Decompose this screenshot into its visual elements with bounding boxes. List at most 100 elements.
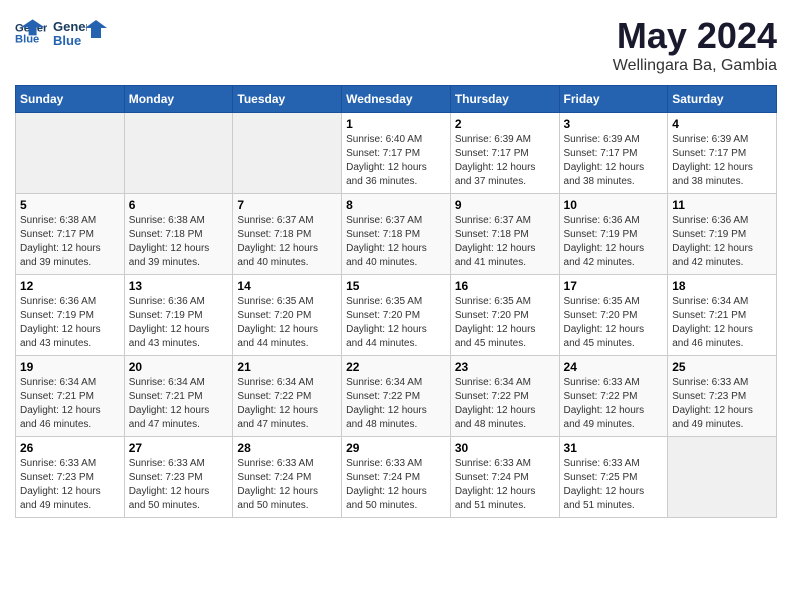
calendar-cell: 6Sunrise: 6:38 AM Sunset: 7:18 PM Daylig… (124, 194, 233, 275)
header-wednesday: Wednesday (342, 86, 451, 113)
day-number: 6 (129, 198, 229, 212)
day-info: Sunrise: 6:40 AM Sunset: 7:17 PM Dayligh… (346, 133, 446, 189)
general-blue-logo-graphic: General Blue (51, 15, 87, 51)
day-number: 25 (672, 360, 772, 374)
calendar-cell: 11Sunrise: 6:36 AM Sunset: 7:19 PM Dayli… (668, 194, 777, 275)
day-number: 9 (455, 198, 555, 212)
calendar-cell: 3 Sunrise: 6:39 AM Sunset: 7:17 PM Daylig… (559, 113, 668, 194)
day-number: 21 (237, 360, 337, 374)
calendar-cell: 24Sunrise: 6:33 AM Sunset: 7:22 PM Dayli… (559, 356, 668, 437)
calendar-cell: 18Sunrise: 6:34 AM Sunset: 7:21 PM Dayli… (668, 275, 777, 356)
calendar-title: May 2024 (613, 15, 777, 57)
calendar-cell (233, 113, 342, 194)
day-number: 26 (20, 441, 120, 455)
day-info: Sunrise: 6:33 AM Sunset: 7:23 PM Dayligh… (20, 457, 120, 513)
header-monday: Monday (124, 86, 233, 113)
calendar-cell: 14 Sunrise: 6:35 AM Sunset: 7:20 PM Dayli… (233, 275, 342, 356)
day-number: 30 (455, 441, 555, 455)
day-info: Sunrise: 6:36 AM Sunset: 7:19 PM Dayligh… (564, 214, 664, 270)
day-info: Sunrise: 6:33 AM Sunset: 7:24 PM Dayligh… (237, 457, 337, 513)
calendar-cell (124, 113, 233, 194)
calendar-cell: 12Sunrise: 6:36 AM Sunset: 7:19 PM Dayli… (16, 275, 125, 356)
day-number: 29 (346, 441, 446, 455)
day-info: Sunrise: 6:34 AM Sunset: 7:21 PM Dayligh… (20, 376, 120, 432)
day-number: 23 (455, 360, 555, 374)
calendar-cell: 5Sunrise: 6:38 AM Sunset: 7:17 PM Daylig… (16, 194, 125, 275)
svg-text:Blue: Blue (53, 33, 81, 48)
day-info: Sunrise: 6:34 AM Sunset: 7:21 PM Dayligh… (129, 376, 229, 432)
day-number: 19 (20, 360, 120, 374)
page-header: General Blue General Blue May 2024 Welli… (15, 15, 777, 75)
day-info: Sunrise: 6:38 AM Sunset: 7:17 PM Dayligh… (20, 214, 120, 270)
day-info: Sunrise: 6:35 AM Sunset: 7:20 PM Dayligh… (564, 295, 664, 351)
day-number: 15 (346, 279, 446, 293)
day-number: 1 (346, 117, 446, 131)
day-info: Sunrise: 6:35 AM Sunset: 7:20 PM Dayligh… (455, 295, 555, 351)
week-row-1: 1 Sunrise: 6:40 AM Sunset: 7:17 PM Daylig… (16, 113, 777, 194)
day-info: Sunrise: 6:39 AM Sunset: 7:17 PM Dayligh… (455, 133, 555, 189)
calendar-cell: 27 Sunrise: 6:33 AM Sunset: 7:23 PM Dayli… (124, 437, 233, 518)
day-number: 20 (129, 360, 229, 374)
day-info: Sunrise: 6:36 AM Sunset: 7:19 PM Dayligh… (672, 214, 772, 270)
calendar-cell: 28 Sunrise: 6:33 AM Sunset: 7:24 PM Dayli… (233, 437, 342, 518)
day-number: 17 (564, 279, 664, 293)
svg-text:General: General (53, 19, 87, 34)
calendar-subtitle: Wellingara Ba, Gambia (613, 57, 777, 75)
calendar-cell: 1 Sunrise: 6:40 AM Sunset: 7:17 PM Daylig… (342, 113, 451, 194)
calendar-cell: 19 Sunrise: 6:34 AM Sunset: 7:21 PM Dayli… (16, 356, 125, 437)
day-info: Sunrise: 6:36 AM Sunset: 7:19 PM Dayligh… (129, 295, 229, 351)
day-info: Sunrise: 6:33 AM Sunset: 7:25 PM Dayligh… (564, 457, 664, 513)
day-info: Sunrise: 6:39 AM Sunset: 7:17 PM Dayligh… (672, 133, 772, 189)
calendar-table: Sunday Monday Tuesday Wednesday Thursday… (15, 85, 777, 518)
calendar-cell: 8Sunrise: 6:37 AM Sunset: 7:18 PM Daylig… (342, 194, 451, 275)
calendar-cell: 31 Sunrise: 6:33 AM Sunset: 7:25 PM Dayli… (559, 437, 668, 518)
day-number: 14 (237, 279, 337, 293)
day-number: 27 (129, 441, 229, 455)
day-info: Sunrise: 6:33 AM Sunset: 7:24 PM Dayligh… (346, 457, 446, 513)
day-number: 13 (129, 279, 229, 293)
logo-icon: General Blue (15, 17, 47, 49)
calendar-cell: 20 Sunrise: 6:34 AM Sunset: 7:21 PM Dayli… (124, 356, 233, 437)
calendar-cell: 29 Sunrise: 6:33 AM Sunset: 7:24 PM Dayli… (342, 437, 451, 518)
calendar-cell (668, 437, 777, 518)
calendar-cell: 10 Sunrise: 6:36 AM Sunset: 7:19 PM Dayli… (559, 194, 668, 275)
day-info: Sunrise: 6:35 AM Sunset: 7:20 PM Dayligh… (346, 295, 446, 351)
week-row-4: 19 Sunrise: 6:34 AM Sunset: 7:21 PM Dayli… (16, 356, 777, 437)
title-block: May 2024 Wellingara Ba, Gambia (613, 15, 777, 75)
days-header-row: Sunday Monday Tuesday Wednesday Thursday… (16, 86, 777, 113)
day-number: 31 (564, 441, 664, 455)
calendar-cell: 2Sunrise: 6:39 AM Sunset: 7:17 PM Daylig… (450, 113, 559, 194)
day-info: Sunrise: 6:34 AM Sunset: 7:22 PM Dayligh… (346, 376, 446, 432)
day-info: Sunrise: 6:33 AM Sunset: 7:23 PM Dayligh… (672, 376, 772, 432)
calendar-cell: 4 Sunrise: 6:39 AM Sunset: 7:17 PM Daylig… (668, 113, 777, 194)
day-info: Sunrise: 6:33 AM Sunset: 7:23 PM Dayligh… (129, 457, 229, 513)
calendar-cell: 22 Sunrise: 6:34 AM Sunset: 7:22 PM Dayli… (342, 356, 451, 437)
day-info: Sunrise: 6:33 AM Sunset: 7:24 PM Dayligh… (455, 457, 555, 513)
day-number: 10 (564, 198, 664, 212)
day-number: 4 (672, 117, 772, 131)
calendar-cell: 23 Sunrise: 6:34 AM Sunset: 7:22 PM Dayli… (450, 356, 559, 437)
day-info: Sunrise: 6:34 AM Sunset: 7:22 PM Dayligh… (455, 376, 555, 432)
week-row-3: 12 Sunrise: 6:36 AM Sunset: 7:19 PM Dayli… (16, 275, 777, 356)
calendar-cell: 9 Sunrise: 6:37 AM Sunset: 7:18 PM Daylig… (450, 194, 559, 275)
header-tuesday: Tuesday (233, 86, 342, 113)
day-info: Sunrise: 6:35 AM Sunset: 7:20 PM Dayligh… (237, 295, 337, 351)
week-row-5: 26 Sunrise: 6:33 AM Sunset: 7:23 PM Dayli… (16, 437, 777, 518)
day-info: Sunrise: 6:37 AM Sunset: 7:18 PM Dayligh… (455, 214, 555, 270)
day-number: 12 (20, 279, 120, 293)
calendar-cell: 7Sunrise: 6:37 AM Sunset: 7:18 PM Daylig… (233, 194, 342, 275)
calendar-cell: 21 Sunrise: 6:34 AM Sunset: 7:22 PM Dayli… (233, 356, 342, 437)
day-info: Sunrise: 6:34 AM Sunset: 7:22 PM Dayligh… (237, 376, 337, 432)
header-friday: Friday (559, 86, 668, 113)
day-number: 3 (564, 117, 664, 131)
day-number: 24 (564, 360, 664, 374)
day-info: Sunrise: 6:37 AM Sunset: 7:18 PM Dayligh… (237, 214, 337, 270)
calendar-cell: 15 Sunrise: 6:35 AM Sunset: 7:20 PM Dayli… (342, 275, 451, 356)
day-info: Sunrise: 6:39 AM Sunset: 7:17 PM Dayligh… (564, 133, 664, 189)
day-number: 28 (237, 441, 337, 455)
day-number: 16 (455, 279, 555, 293)
day-info: Sunrise: 6:34 AM Sunset: 7:21 PM Dayligh… (672, 295, 772, 351)
day-number: 22 (346, 360, 446, 374)
calendar-cell: 25 Sunrise: 6:33 AM Sunset: 7:23 PM Dayli… (668, 356, 777, 437)
day-number: 8 (346, 198, 446, 212)
